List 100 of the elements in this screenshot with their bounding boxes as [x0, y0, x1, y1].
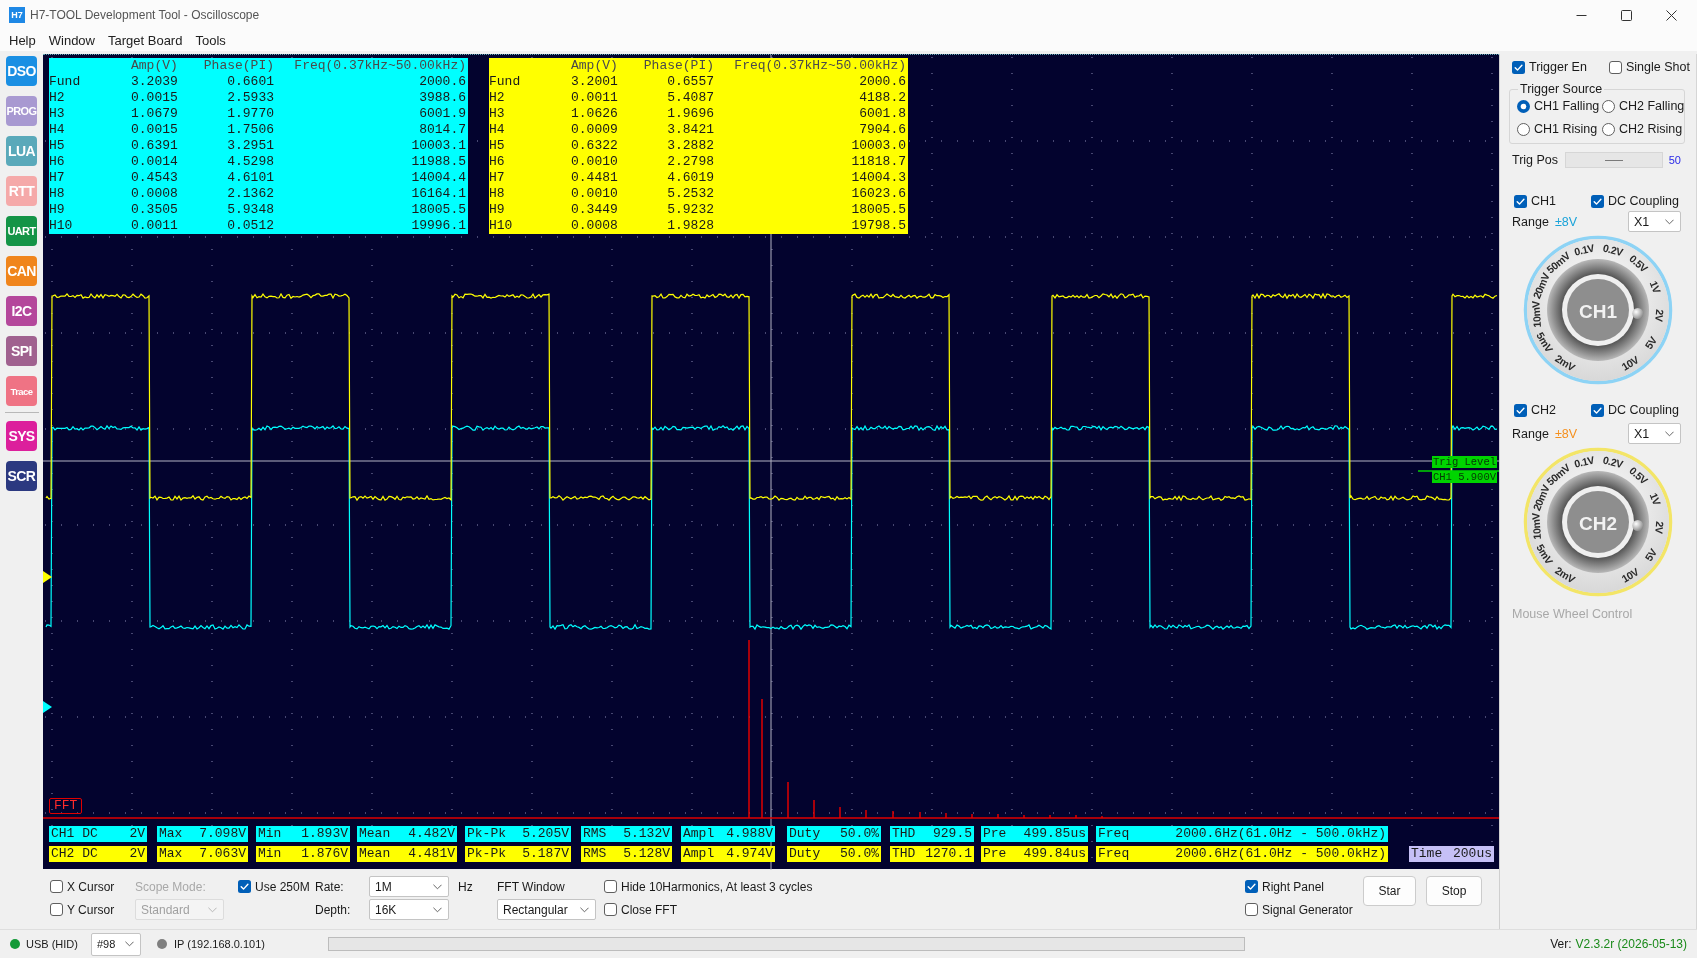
field-label: FFT Window	[497, 878, 566, 896]
checkbox[interactable]: Signal Generator	[1245, 899, 1363, 920]
measurement-value: 499.85us	[1023, 826, 1086, 842]
checkbox[interactable]: Trigger En	[1512, 60, 1587, 74]
checkbox[interactable]: CH2	[1514, 403, 1556, 417]
menu-item[interactable]: Help	[9, 33, 36, 48]
version-label: Ver:	[1550, 937, 1572, 951]
version-value: V2.3.2r (2026-05-13)	[1575, 937, 1687, 951]
table-cell-text: 1.9828	[666, 218, 714, 234]
table-cell-text: 1.0626	[571, 106, 619, 122]
measurement-value: 7.098V	[199, 826, 246, 842]
chevron-down-icon	[580, 906, 589, 913]
connection-label: IP (192.168.0.101)	[174, 938, 266, 950]
sidebar-button[interactable]: SCR	[6, 461, 37, 491]
dropdown[interactable]: Rectangular	[497, 899, 596, 920]
stop-button[interactable]: Stop	[1426, 876, 1482, 906]
table-cell-text: 0.3505	[131, 202, 179, 218]
table-cell-text: 16164.1	[410, 186, 466, 202]
table-cell-text: 1.7506	[226, 122, 274, 138]
radio-button[interactable]: CH2 Rising	[1602, 122, 1685, 136]
dropdown[interactable]: 1M	[369, 876, 449, 897]
close-icon[interactable]	[1666, 9, 1677, 21]
radio-button[interactable]: CH2 Falling	[1602, 99, 1685, 113]
measurement-label: Duty	[789, 846, 821, 862]
table-cell-text: 19996.1	[410, 218, 466, 234]
measurement-label: Freq	[1098, 826, 1130, 842]
measurement-value: 5.128V	[623, 846, 670, 862]
sidebar-button[interactable]: SPI	[6, 336, 37, 366]
measurement-label: RMS	[583, 826, 607, 842]
maximize-icon[interactable]	[1621, 9, 1632, 21]
table-cell-text: 2000.6	[858, 74, 906, 90]
dial-label: 1V	[1647, 490, 1664, 507]
menu-item[interactable]: Window	[48, 33, 95, 48]
row-header: Fund	[489, 74, 522, 90]
dropdown[interactable]: X1	[1628, 423, 1681, 444]
checkbox[interactable]: Use 250M	[238, 876, 315, 897]
measurement-value: 1.893V	[301, 826, 348, 842]
dropdown[interactable]: X1	[1628, 211, 1681, 232]
field-label: Scope Mode:	[135, 878, 207, 896]
menu-item[interactable]: Tools	[195, 33, 226, 48]
field-label: Rate:	[315, 878, 345, 896]
checkbox[interactable]: Hide 10Harmonics, At least 3 cycles	[604, 876, 1245, 897]
dial-label: 0.2V	[1601, 241, 1625, 259]
field-label: Depth:	[315, 901, 352, 919]
slider-label: Trig Pos	[1512, 153, 1560, 167]
checkbox[interactable]: X Cursor	[50, 876, 135, 897]
measurement-value: 7.063V	[199, 846, 246, 862]
table-cell-text: 6001.9	[418, 106, 466, 122]
table-cell-text: 10003.1	[410, 138, 466, 154]
measurement-value: 4.988V	[726, 826, 773, 842]
column-header: Phase(PI)	[642, 58, 714, 74]
dial-label: 2mV	[1553, 351, 1578, 374]
dropdown[interactable]: 16K	[369, 899, 449, 920]
table-cell-text: 4188.2	[858, 90, 906, 106]
table-cell-text: 3.2039	[131, 74, 179, 90]
chevron-down-icon	[433, 906, 442, 913]
sidebar-button[interactable]: I2C	[6, 296, 37, 326]
measurement-label: Pre	[983, 826, 1007, 842]
checkbox[interactable]: DC Coupling	[1591, 194, 1679, 208]
checkbox[interactable]: Y Cursor	[50, 899, 135, 920]
checkbox[interactable]: DC Coupling	[1591, 403, 1679, 417]
row-header: H8	[489, 186, 506, 202]
measurement-value: 5.132V	[623, 826, 670, 842]
table-cell-text: 7904.6	[858, 122, 906, 138]
dropdown[interactable]: #98	[91, 932, 141, 956]
table-cell-text: 0.0011	[131, 218, 179, 234]
chevron-down-icon	[1665, 430, 1674, 437]
menu-item[interactable]: Target Board	[108, 33, 183, 48]
app-logo: H7	[9, 7, 25, 23]
measurement-value: 2V	[129, 826, 145, 842]
measurement-value: 4.481V	[408, 846, 455, 862]
table-cell-text: 0.6557	[666, 74, 714, 90]
channel-marker-icon	[43, 571, 52, 583]
table-cell-text: 0.3449	[571, 202, 619, 218]
measurement-label: Ampl	[683, 826, 715, 842]
measurement-value: 499.84us	[1023, 846, 1086, 862]
sidebar-button[interactable]: SYS	[6, 421, 37, 451]
unit-label: Hz	[458, 878, 474, 896]
radio-button[interactable]: CH1 Rising	[1517, 122, 1602, 136]
range-value: ±8V	[1555, 214, 1578, 229]
slider-track[interactable]	[1564, 152, 1663, 168]
sidebar-button[interactable]: UART	[6, 216, 37, 246]
column-header: Amp(V)	[571, 58, 619, 74]
connection-label: USB (HID)	[26, 938, 79, 950]
range-value: ±8V	[1555, 426, 1578, 441]
checkbox[interactable]: Close FFT	[604, 899, 1245, 920]
start-button[interactable]: Star	[1363, 876, 1416, 906]
radio-button[interactable]: CH1 Falling	[1517, 99, 1602, 113]
measurement-value: 50.0%	[840, 846, 879, 862]
table-cell-text: 0.0512	[226, 218, 274, 234]
dial-label: 1V	[1647, 278, 1664, 295]
row-header: H10	[49, 218, 74, 234]
table-cell-text: 11818.7	[850, 154, 906, 170]
checkbox[interactable]: Right Panel	[1245, 876, 1363, 897]
measurement-label: THD	[892, 826, 916, 842]
checkbox[interactable]: Single Shot	[1609, 60, 1690, 74]
dial-label: 10mV	[1529, 300, 1544, 328]
dial-label: 0.5V	[1627, 252, 1651, 275]
range-label: Range	[1512, 426, 1550, 441]
checkbox[interactable]: CH1	[1514, 194, 1556, 208]
